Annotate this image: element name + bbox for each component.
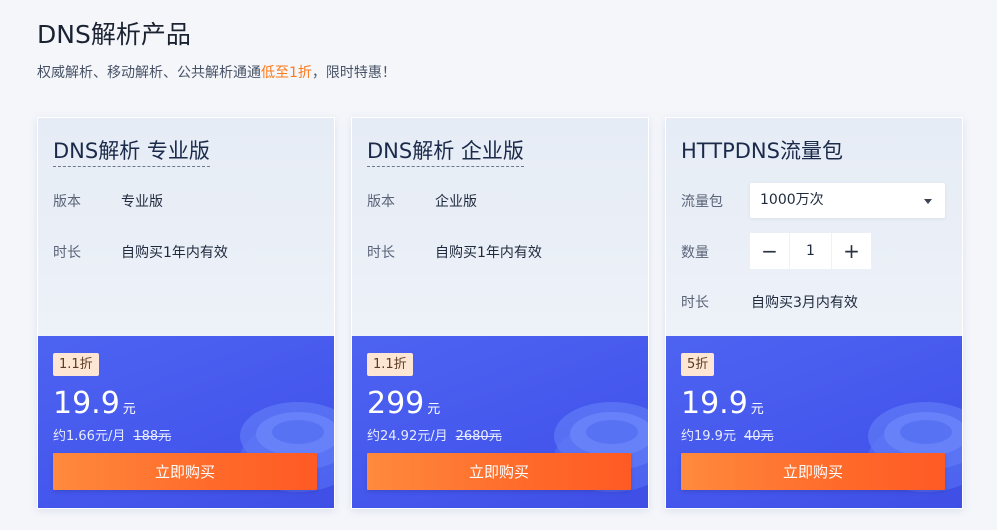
price-unit: 元 [122,402,136,417]
minus-icon[interactable]: − [750,233,789,269]
traffic-label: 流量包 [681,194,723,210]
traffic-select[interactable]: 1000万次 [750,183,945,218]
page-subtitle: 权威解析、移动解析、公共解析通通低至1折，限时特惠！ [37,62,396,82]
card-title: HTTPDNS流量包 [681,139,843,163]
price-value: 19.9 [53,386,120,421]
version-value: 专业版 [121,194,163,210]
plus-icon[interactable]: + [832,233,871,269]
subtitle-text-end: ，限时特惠！ [311,65,396,81]
quantity-stepper: − 1 + [750,233,871,269]
duration-label: 时长 [681,295,709,311]
price: 299 元 [367,386,440,421]
version-label: 版本 [53,194,81,210]
duration-value: 自购买1年内有效 [121,245,228,261]
traffic-select-value: 1000万次 [760,192,824,208]
price-value: 299 [367,386,425,421]
product-card-dns-enterprise: DNS解析 企业版 版本 企业版 时长 自购买1年内有效 1.1折 299 元 约… [351,117,649,509]
discount-badge: 1.1折 [367,353,413,376]
card-title[interactable]: DNS解析 专业版 [53,135,210,167]
original-price: 40元 [743,429,774,444]
version-value: 企业版 [435,194,477,210]
price-panel: 1.1折 299 元 约24.92元/月 2680元 立即购买 [352,336,648,508]
duration-label: 时长 [367,245,395,261]
duration-value: 自购买3月内有效 [751,295,858,311]
monthly-price: 约1.66元/月 188元 [53,425,171,444]
price-panel: 1.1折 19.9 元 约1.66元/月 188元 立即购买 [38,336,334,508]
price: 19.9 元 [681,386,764,421]
duration-value: 自购买1年内有效 [435,245,542,261]
monthly-price: 约19.9元 40元 [681,425,774,444]
quantity-value[interactable]: 1 [789,233,832,269]
monthly-value: 约1.66元/月 [53,429,126,444]
product-card-httpdns: HTTPDNS流量包 流量包 1000万次 数量 − 1 + 时长 自购买3月内… [665,117,963,509]
price-value: 19.9 [681,386,748,421]
duration-label: 时长 [53,245,81,261]
version-label: 版本 [367,194,395,210]
buy-button[interactable]: 立即购买 [681,453,945,490]
price: 19.9 元 [53,386,136,421]
monthly-value: 约24.92元/月 [367,429,448,444]
discount-badge: 5折 [681,353,715,376]
card-title[interactable]: DNS解析 企业版 [367,135,524,167]
product-card-dns-pro: DNS解析 专业版 版本 专业版 时长 自购买1年内有效 1.1折 19.9 元 … [37,117,335,509]
caret-down-icon [924,199,932,204]
subtitle-text: 权威解析、移动解析、公共解析通通 [37,65,261,81]
price-panel: 5折 19.9 元 约19.9元 40元 立即购买 [666,336,962,508]
page-title: DNS解析产品 [37,20,191,49]
original-price: 2680元 [455,429,502,444]
discount-badge: 1.1折 [53,353,99,376]
original-price: 188元 [133,429,172,444]
price-unit: 元 [750,402,764,417]
buy-button[interactable]: 立即购买 [53,453,317,490]
buy-button[interactable]: 立即购买 [367,453,631,490]
price-unit: 元 [427,402,441,417]
monthly-price: 约24.92元/月 2680元 [367,425,502,444]
subtitle-highlight: 低至1折 [261,65,312,81]
monthly-value: 约19.9元 [681,429,736,444]
quantity-label: 数量 [681,245,709,261]
